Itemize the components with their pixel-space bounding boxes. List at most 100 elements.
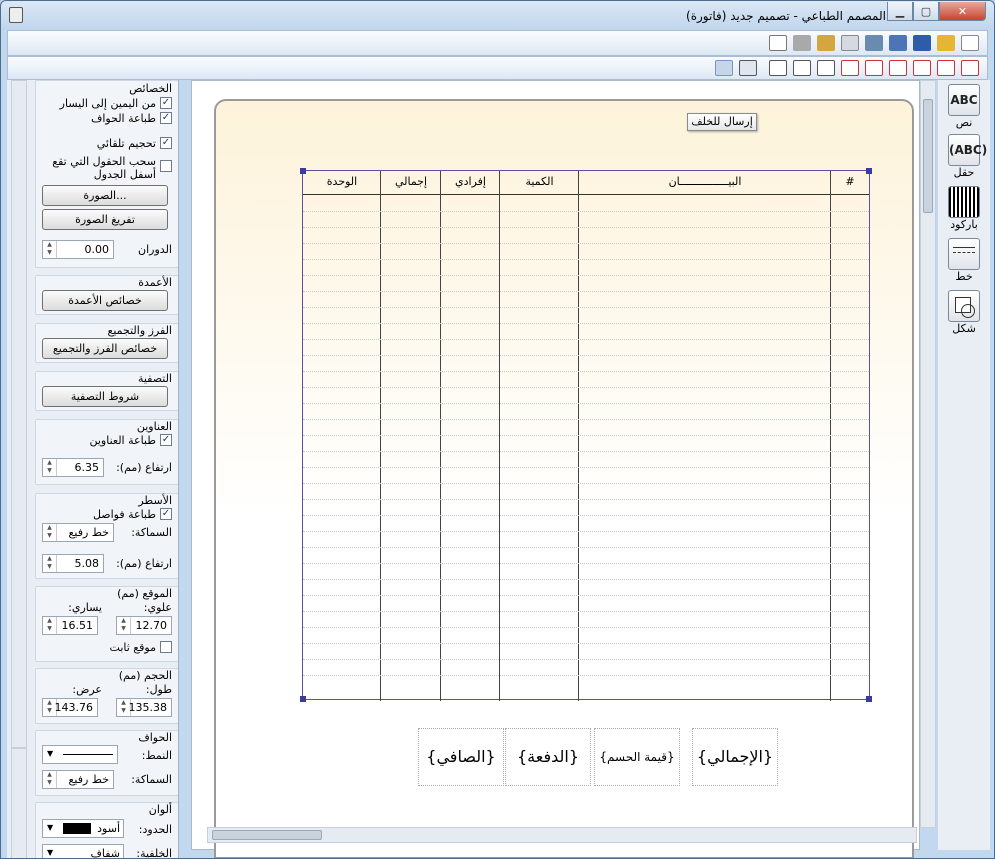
tool-shape[interactable]: شكل <box>942 290 986 335</box>
thickness-select[interactable]: ▲ ▼ خط رفيع <box>42 523 114 542</box>
open-folder-icon[interactable] <box>937 35 955 51</box>
minimize-button[interactable]: ▁ <box>887 2 913 21</box>
top-value: 12.70 <box>135 619 168 632</box>
canvas-horizontal-scrollbar[interactable] <box>207 827 917 843</box>
field-discount[interactable]: {قيمة الحسم} <box>594 728 680 786</box>
props-group-title: الخصائص <box>129 82 172 95</box>
align-center-v-icon[interactable] <box>865 60 883 76</box>
table-row <box>303 403 869 404</box>
print-separators-checkbox[interactable]: ✓ <box>160 508 172 520</box>
row-height-stepper[interactable]: ▲ ▼ 5.08 <box>42 554 104 573</box>
table-row <box>303 435 869 436</box>
general-props-group: الخصائص ✓ من اليمين إلى اليسار ✓ طباعة ا… <box>35 80 178 268</box>
maximize-button[interactable]: ▢ <box>913 2 939 21</box>
resize-handle[interactable] <box>866 168 872 174</box>
pull-fields-checkbox[interactable] <box>160 160 172 172</box>
main-toolbar <box>7 30 988 56</box>
tool-field[interactable]: (ABC) حقل <box>942 134 987 179</box>
field-payment[interactable]: {الدفعة} <box>505 728 591 786</box>
tool-text[interactable]: ABC نص <box>942 84 986 129</box>
column-divider <box>830 171 831 701</box>
length-value: 135.38 <box>128 701 168 714</box>
invoice-table[interactable]: # البيـــــــــــــــان الكمية إفرادي إج… <box>300 168 872 702</box>
resize-handle[interactable] <box>300 696 306 702</box>
table-row <box>303 643 869 644</box>
same-width-icon[interactable] <box>817 60 835 76</box>
width-stepper[interactable]: ▲ ▼ 143.76 <box>42 698 98 717</box>
properties-scrollbar[interactable] <box>11 80 27 748</box>
sort-properties-button[interactable]: خصائص الفرز والتجميع <box>42 338 168 359</box>
print-borders-checkbox[interactable]: ✓ <box>160 112 172 124</box>
border-thickness-label: السماكة: <box>131 773 172 786</box>
table-row <box>303 595 869 596</box>
save-icon[interactable] <box>913 35 931 51</box>
report-page[interactable]: إرسال للخلف # البيـــــــــــــــان الكم… <box>214 99 914 858</box>
paste-icon[interactable] <box>817 35 835 51</box>
top-stepper[interactable]: ▲ ▼ 12.70 <box>116 616 172 635</box>
properties-scrollbar-lower[interactable] <box>11 748 27 858</box>
table-row <box>303 227 869 228</box>
align-left-icon[interactable] <box>937 60 955 76</box>
clear-image-button[interactable]: تفريغ الصورة <box>42 209 168 230</box>
align-top-icon[interactable] <box>913 60 931 76</box>
rotation-stepper[interactable]: ▲ ▼ 0.00 <box>42 240 114 259</box>
columns-properties-button[interactable]: خصائص الأعمدة <box>42 290 168 311</box>
print-separators-label: طباعة فواصل <box>92 508 156 521</box>
left-stepper[interactable]: ▲ ▼ 16.51 <box>42 616 98 635</box>
rtl-checkbox[interactable]: ✓ <box>160 97 172 109</box>
print-headers-checkbox[interactable]: ✓ <box>160 434 172 446</box>
column-header-total[interactable]: إجمالي <box>381 171 441 195</box>
length-stepper[interactable]: ▲ ▼ 135.38 <box>116 698 172 717</box>
field-total[interactable]: {الإجمالي} <box>692 728 778 786</box>
image-button[interactable]: الصورة... <box>42 185 168 206</box>
table-row <box>303 339 869 340</box>
close-button[interactable]: ✕ <box>939 2 986 21</box>
border-thickness-select[interactable]: ▲ ▼ خط رفيع <box>42 770 114 789</box>
save-as-icon[interactable] <box>889 35 907 51</box>
column-header-unit-price[interactable]: إفرادي <box>441 171 500 195</box>
sort-group: الفرز والتجميع خصائص الفرز والتجميع <box>35 323 178 363</box>
border-style-select[interactable]: ▼ <box>42 745 118 764</box>
tool-barcode[interactable]: باركود <box>942 186 986 231</box>
new-icon[interactable] <box>961 35 979 51</box>
row-height-value: 5.08 <box>74 557 100 570</box>
canvas-vertical-scrollbar[interactable] <box>920 80 936 828</box>
column-header-description[interactable]: البيـــــــــــــــان <box>579 171 831 195</box>
bg-color-select[interactable]: ▼ شفاف <box>42 844 124 858</box>
align-right-icon[interactable] <box>961 60 979 76</box>
cut-icon[interactable] <box>865 35 883 51</box>
colors-group: ألوان الحدود: ▼ أسود الخلفية: ▼ شفاف <box>35 802 178 858</box>
resize-handle[interactable] <box>300 168 306 174</box>
tool-field-label: حقل <box>953 166 975 179</box>
column-header-quantity[interactable]: الكمية <box>500 171 579 195</box>
copy-icon[interactable] <box>841 35 859 51</box>
table-row <box>303 355 869 356</box>
filter-conditions-button[interactable]: شروط التصفية <box>42 386 168 407</box>
send-to-back-icon[interactable] <box>715 60 733 76</box>
size-group: الحجم (مم) طول: عرض: ▲ ▼ 135.38 ▲ ▼ 143.76 <box>35 668 178 724</box>
column-divider <box>380 171 381 701</box>
tool-line[interactable]: خط <box>942 238 986 283</box>
header-height-stepper[interactable]: ▲ ▼ 6.35 <box>42 458 104 477</box>
align-bottom-icon[interactable] <box>889 60 907 76</box>
column-divider <box>440 171 441 701</box>
table-row <box>303 371 869 372</box>
resize-handle[interactable] <box>866 696 872 702</box>
bring-to-front-icon[interactable] <box>739 60 757 76</box>
design-canvas[interactable]: إرسال للخلف # البيـــــــــــــــان الكم… <box>191 80 920 858</box>
fixed-position-checkbox[interactable] <box>160 641 172 653</box>
field-net[interactable]: {الصافي} <box>418 728 504 786</box>
align-center-h-icon[interactable] <box>841 60 859 76</box>
border-color-select[interactable]: ▼ أسود <box>42 819 124 838</box>
columns-group-title: الأعمدة <box>138 276 172 289</box>
sort-group-title: الفرز والتجميع <box>107 324 172 337</box>
print-icon[interactable] <box>793 35 811 51</box>
same-size-icon[interactable] <box>769 60 787 76</box>
print-preview-icon[interactable] <box>769 35 787 51</box>
table-row <box>303 627 869 628</box>
same-height-icon[interactable] <box>793 60 811 76</box>
auto-size-checkbox[interactable]: ✓ <box>160 137 172 149</box>
column-header-number[interactable]: # <box>831 171 869 195</box>
column-header-unit[interactable]: الوحدة <box>303 171 381 195</box>
field-tool-icon: (ABC) <box>948 134 987 166</box>
